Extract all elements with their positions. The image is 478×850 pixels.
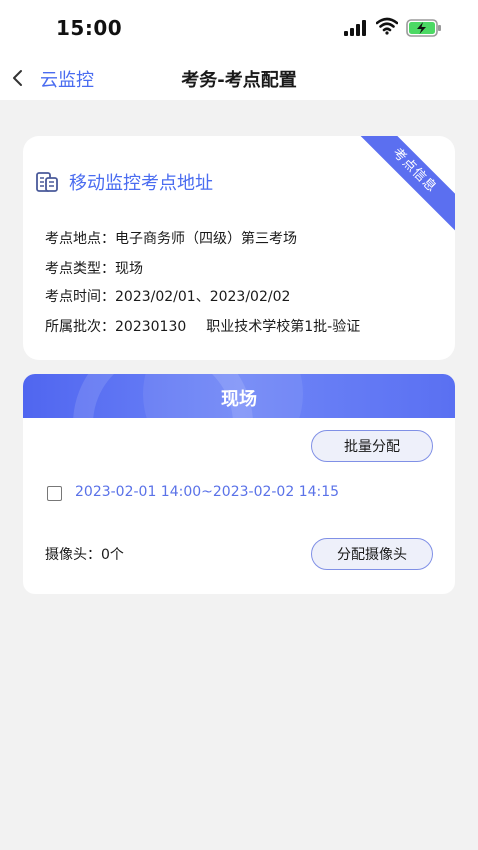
- info-label: 考点时间：: [45, 289, 115, 305]
- exam-site-info-card: 考点信息 移动监控考点地址 考点地点：电子商务师（四级）第三考场 考点类型：现场…: [23, 136, 455, 360]
- card-header: 移动监控考点地址: [35, 168, 213, 196]
- info-row-location: 考点地点：电子商务师（四级）第三考场: [45, 228, 297, 248]
- session-header: 现场: [23, 374, 455, 418]
- batch-assign-button[interactable]: 批量分配: [311, 430, 433, 462]
- camera-count: 0个: [101, 547, 124, 563]
- info-label: 所属批次：: [45, 319, 115, 335]
- corner-ribbon: 考点信息: [351, 136, 455, 234]
- info-label: 考点类型：: [45, 261, 115, 277]
- camera-label: 摄像头：: [45, 547, 101, 563]
- document-icon: [36, 172, 58, 192]
- session-checkbox[interactable]: [47, 486, 62, 501]
- info-value: 20230130: [115, 319, 187, 335]
- batch-name: 职业技术学校第1批-验证: [206, 319, 361, 335]
- info-value: 2023/02/01、2023/02/02: [115, 289, 291, 305]
- nav-bar: 云监控 考务-考点配置: [0, 56, 478, 100]
- status-bar: 15:00: [0, 0, 478, 56]
- session-title: 现场: [221, 389, 257, 410]
- info-row-type: 考点类型：现场: [45, 258, 143, 278]
- info-value: 现场: [115, 261, 143, 277]
- camera-count-row: 摄像头：0个: [45, 544, 124, 564]
- card-header-title: 移动监控考点地址: [69, 173, 213, 194]
- wifi-icon: [376, 17, 398, 35]
- battery-charging-icon: [406, 19, 441, 37]
- assign-camera-button[interactable]: 分配摄像头: [311, 538, 433, 570]
- session-card: 现场 批量分配 2023-02-01 14:00~2023-02-02 14:1…: [23, 374, 455, 594]
- cellular-signal-icon: [344, 20, 368, 36]
- info-row-batch: 所属批次：20230130 职业技术学校第1批-验证: [45, 316, 360, 336]
- info-row-time: 考点时间：2023/02/01、2023/02/02: [45, 286, 290, 306]
- session-time-range[interactable]: 2023-02-01 14:00~2023-02-02 14:15: [75, 484, 339, 500]
- info-value: 电子商务师（四级）第三考场: [115, 231, 297, 247]
- status-time: 15:00: [56, 16, 123, 40]
- info-label: 考点地点：: [45, 231, 115, 247]
- page-title: 考务-考点配置: [181, 70, 297, 91]
